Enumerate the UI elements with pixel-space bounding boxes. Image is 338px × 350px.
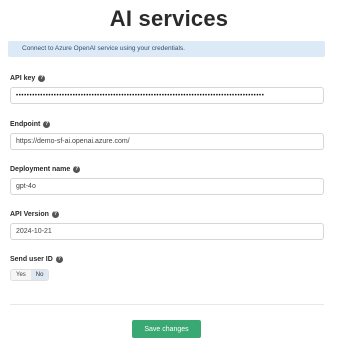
help-icon[interactable]: ? (55, 256, 63, 263)
endpoint-input[interactable]: https://demo-sf-ai.openai.azure.com/ (10, 133, 324, 150)
api-key-input[interactable]: ••••••••••••••••••••••••••••••••••••••••… (10, 87, 324, 104)
send-user-id-toggle[interactable]: Yes No (10, 269, 50, 281)
help-icon[interactable]: ? (43, 121, 51, 128)
help-icon[interactable]: ? (51, 211, 59, 218)
toggle-option-yes[interactable]: Yes (11, 270, 31, 280)
deployment-name-input[interactable]: gpt-4o (10, 178, 324, 195)
deployment-name-label-text: Deployment name (10, 166, 71, 173)
api-version-label: API Version ? (10, 211, 59, 218)
toggle-option-no[interactable]: No (30, 270, 49, 280)
send-user-id-label: Send user ID ? (10, 256, 63, 263)
send-user-id-label-text: Send user ID (10, 256, 53, 263)
divider (10, 304, 324, 305)
api-key-label: API key ? (10, 75, 46, 82)
help-icon[interactable]: ? (38, 75, 46, 82)
endpoint-label-text: Endpoint (10, 121, 41, 128)
info-banner: Connect to Azure OpenAI service using yo… (8, 41, 325, 57)
info-banner-text: Connect to Azure OpenAI service using yo… (22, 45, 185, 52)
page-title: AI services (109, 6, 229, 31)
help-icon[interactable]: ? (73, 166, 81, 173)
api-version-label-text: API Version (10, 211, 49, 218)
api-version-input[interactable]: 2024-10-21 (10, 223, 324, 240)
deployment-name-label: Deployment name ? (10, 166, 81, 173)
api-key-label-text: API key (10, 75, 36, 82)
endpoint-label: Endpoint ? (10, 121, 51, 128)
save-changes-button[interactable]: Save changes (132, 320, 201, 338)
